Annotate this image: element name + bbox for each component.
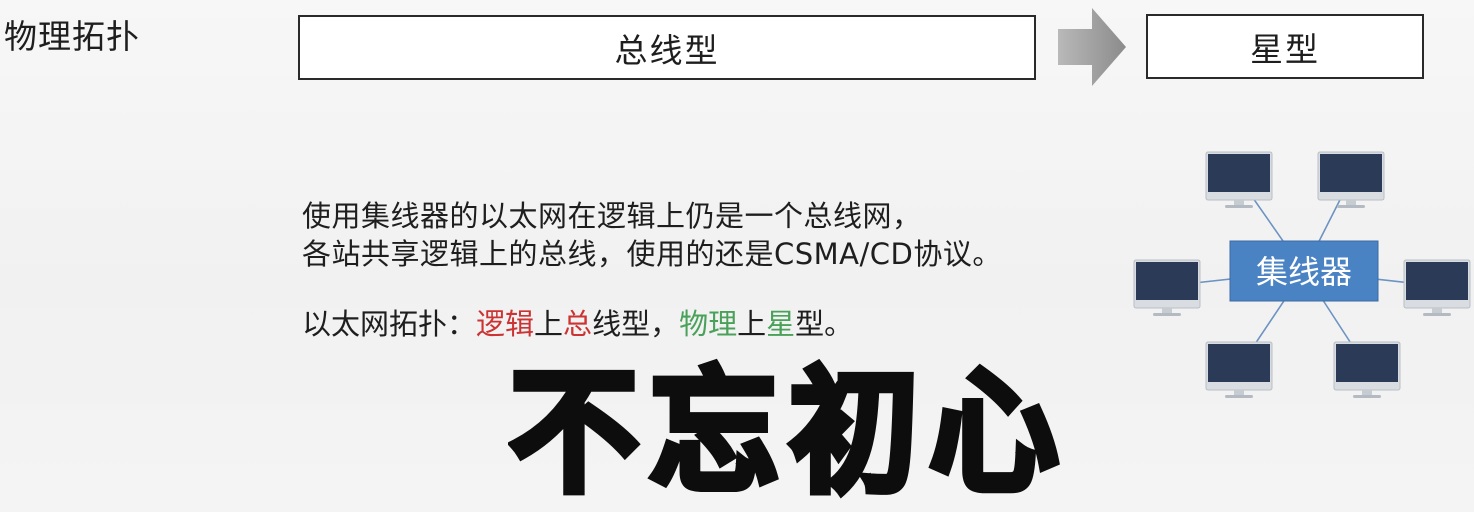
motto-char-4: 心 xyxy=(926,355,1061,512)
on-text-1: 上 xyxy=(534,307,564,341)
monitor-bottom-right-icon xyxy=(1333,341,1401,398)
physical-text: 物理 xyxy=(679,307,738,341)
monitor-top-right-icon xyxy=(1317,151,1385,208)
motto-char-1: 不 xyxy=(506,355,641,512)
bus-zong-text: 总 xyxy=(563,307,593,341)
monitor-bottom-left-icon xyxy=(1205,341,1273,398)
star-topology-box: 星型 xyxy=(1146,14,1424,79)
star-topology-diagram: 集线器 xyxy=(1133,151,1471,398)
star-topology-label: 星型 xyxy=(1250,29,1320,69)
description-line-1: 使用集线器的以太网在逻辑上仍是一个总线网， xyxy=(302,199,922,233)
summary-prefix: 以太网拓扑： xyxy=(302,307,477,341)
bus-topology-label: 总线型 xyxy=(614,30,720,70)
bus-topology-box: 总线型 xyxy=(298,15,1036,80)
hub-label: 集线器 xyxy=(1256,253,1352,291)
motto-char-3: 初 xyxy=(786,355,921,512)
description-line-2: 各站共享逻辑上的总线，使用的还是CSMA/CD协议。 xyxy=(302,237,1002,271)
monitor-left-icon xyxy=(1133,259,1201,316)
logic-text: 逻辑 xyxy=(476,307,535,341)
hub-ethernet-description: 使用集线器的以太网在逻辑上仍是一个总线网， 各站共享逻辑上的总线，使用的还是CS… xyxy=(302,197,1002,273)
star-rest-text: 型。 xyxy=(795,307,854,341)
ethernet-topology-summary: 以太网拓扑：逻辑上总线型，物理上星型。 xyxy=(302,305,853,343)
motto-calligraphy: 不 忘 初 心 xyxy=(506,355,1061,512)
motto-char-2: 忘 xyxy=(646,355,781,512)
right-arrow-icon xyxy=(1058,8,1126,86)
on-text-2: 上 xyxy=(737,307,767,341)
physical-topology-label: 物理拓扑 xyxy=(4,17,140,56)
star-xing-text: 星 xyxy=(766,307,796,341)
monitor-right-icon xyxy=(1403,259,1471,316)
monitor-top-left-icon xyxy=(1205,151,1273,208)
bus-rest-text: 线型， xyxy=(592,307,680,341)
